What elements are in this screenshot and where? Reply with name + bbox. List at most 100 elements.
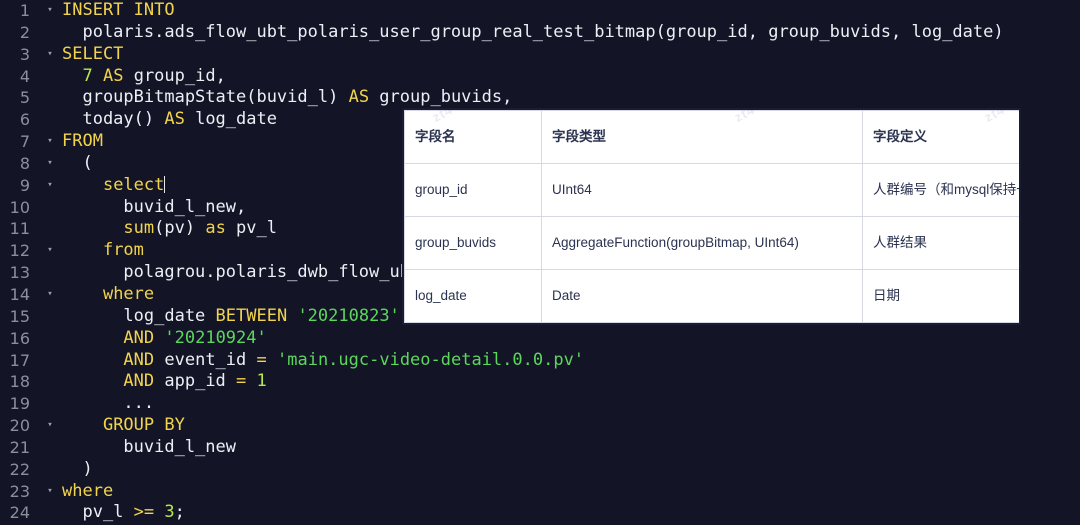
code-token: where bbox=[102, 283, 155, 304]
code-token: ( bbox=[62, 152, 93, 173]
line-number: 6 bbox=[19, 110, 30, 130]
fold-arrow-icon[interactable]: ▾ bbox=[44, 44, 56, 66]
code-token: log_date bbox=[184, 109, 277, 130]
code-token: ) bbox=[62, 458, 93, 479]
code-token: ... bbox=[62, 393, 155, 414]
line-number: 22 bbox=[9, 459, 30, 479]
code-token: event_id bbox=[154, 349, 257, 370]
code-text: ( bbox=[62, 152, 93, 175]
line-number: 21 bbox=[9, 437, 30, 457]
fold-arrow-icon[interactable]: ▾ bbox=[44, 0, 56, 22]
code-line[interactable]: 23 ▾ where bbox=[0, 481, 1080, 503]
code-token: 7 bbox=[82, 65, 93, 86]
table-cell: log_date bbox=[404, 269, 542, 323]
code-text: polaris.ads_flow_ubt_polaris_user_group_… bbox=[62, 22, 1003, 44]
code-text: INSERT INTO bbox=[62, 0, 175, 22]
fold-arrow-icon[interactable]: ▾ bbox=[44, 240, 56, 262]
code-text: pv_l >= 3; bbox=[62, 502, 184, 524]
code-text: SELECT bbox=[62, 44, 123, 66]
code-token: AS bbox=[102, 65, 124, 86]
code-token: SELECT bbox=[62, 43, 124, 64]
table-cell: Date bbox=[541, 269, 863, 323]
fold-arrow-icon[interactable]: ▾ bbox=[44, 131, 56, 153]
fold-arrow-icon[interactable]: ▾ bbox=[44, 153, 56, 175]
code-token: buvid_l_new, bbox=[62, 196, 247, 217]
line-number: 11 bbox=[9, 219, 30, 239]
table-cell: 日期 bbox=[862, 269, 1019, 323]
code-token: = bbox=[256, 349, 267, 370]
code-line[interactable]: 4▾ 7 AS group_id, bbox=[0, 66, 1080, 88]
code-text: ... bbox=[62, 393, 154, 415]
code-line[interactable]: 19▾ ... bbox=[0, 393, 1080, 415]
code-token: pv_l bbox=[62, 502, 134, 523]
code-token: from bbox=[102, 240, 144, 261]
code-token: group_buvids, bbox=[369, 87, 513, 108]
code-text: AND app_id = 1 bbox=[62, 371, 266, 393]
line-number: 19 bbox=[9, 394, 30, 414]
code-token: select bbox=[102, 174, 165, 195]
line-number: 5 bbox=[19, 88, 30, 108]
code-line[interactable]: 18▾ AND app_id = 1 bbox=[0, 371, 1080, 393]
code-text: groupBitmapState(buvid_l) AS group_buvid… bbox=[62, 87, 512, 109]
table-row: group_buvids AggregateFunction(groupBitma… bbox=[404, 216, 1019, 270]
code-text: from bbox=[62, 240, 144, 262]
code-token: sum bbox=[123, 218, 155, 239]
code-text: AND event_id = 'main.ugc-video-detail.0.… bbox=[62, 350, 584, 372]
table-cell: 人群编号（和mysql保持一致 bbox=[862, 163, 1019, 217]
code-line[interactable]: 22▾ ) bbox=[0, 459, 1080, 481]
code-token: AND bbox=[123, 349, 155, 370]
code-line[interactable]: 5▾ groupBitmapState(buvid_l) AS group_bu… bbox=[0, 87, 1080, 109]
code-text: GROUP BY bbox=[62, 415, 185, 437]
code-text: log_date BETWEEN '20210823' bbox=[62, 305, 400, 328]
code-token: BETWEEN bbox=[215, 305, 288, 326]
table-cell: AggregateFunction(groupBitmap, UInt64) bbox=[541, 216, 863, 270]
code-line[interactable]: 21▾ buvid_l_new bbox=[0, 437, 1080, 459]
code-token: pv_l bbox=[225, 218, 277, 239]
code-line[interactable]: 1 ▾ INSERT INTO bbox=[0, 0, 1080, 22]
code-token: '20210823' bbox=[297, 305, 400, 326]
table-cell: group_id bbox=[404, 163, 542, 217]
code-text: sum(pv) as pv_l bbox=[62, 218, 277, 240]
code-text: 7 AS group_id, bbox=[62, 65, 225, 88]
line-number: 13 bbox=[9, 263, 30, 283]
code-line[interactable]: 3 ▾ SELECT bbox=[0, 44, 1080, 66]
code-line[interactable]: 20 ▾ GROUP BY bbox=[0, 415, 1080, 437]
fold-arrow-icon[interactable]: ▾ bbox=[44, 481, 56, 503]
code-token: '20210924' bbox=[164, 327, 267, 348]
code-token: app_id bbox=[154, 371, 237, 392]
schema-definition-table: zt4 zt4 zt4 字段名 字段类型 字段定义 group_id UInt64 人群… bbox=[402, 108, 1021, 325]
line-number: 24 bbox=[9, 503, 30, 523]
table-cell: 人群结果 bbox=[862, 216, 1019, 270]
code-token: FROM bbox=[62, 131, 103, 152]
code-line[interactable]: 16▾ AND '20210924' bbox=[0, 328, 1080, 350]
code-token: INSERT INTO bbox=[62, 0, 175, 20]
code-token: AS bbox=[164, 109, 185, 130]
line-number: 1 bbox=[19, 1, 30, 20]
fold-arrow-icon[interactable]: ▾ bbox=[44, 175, 56, 197]
code-line[interactable]: 2▾ polaris.ads_flow_ubt_polaris_user_gro… bbox=[0, 22, 1080, 44]
fold-arrow-icon[interactable]: ▾ bbox=[44, 284, 56, 306]
line-number: 12 bbox=[9, 241, 30, 261]
table-column-header: 字段名 bbox=[404, 110, 542, 164]
code-text: select bbox=[62, 174, 166, 197]
line-number: 4 bbox=[19, 66, 30, 86]
line-number: 14 bbox=[9, 284, 30, 304]
code-text: buvid_l_new bbox=[62, 437, 236, 459]
schema-table-grid: 字段名字段类型字段定义 group_idUInt64人群编号（和mysql保持一… bbox=[404, 110, 1019, 323]
code-text: FROM bbox=[62, 131, 103, 153]
table-column-header: 字段定义 bbox=[862, 110, 1019, 164]
text-cursor bbox=[164, 175, 166, 193]
line-number: 20 bbox=[9, 416, 30, 436]
code-line[interactable]: 24▾ pv_l >= 3; bbox=[0, 502, 1080, 524]
code-token: AS bbox=[348, 87, 370, 108]
code-line[interactable]: 17▾ AND event_id = 'main.ugc-video-detai… bbox=[0, 350, 1080, 372]
fold-arrow-icon[interactable]: ▾ bbox=[44, 415, 56, 437]
line-number: 17 bbox=[9, 350, 30, 370]
